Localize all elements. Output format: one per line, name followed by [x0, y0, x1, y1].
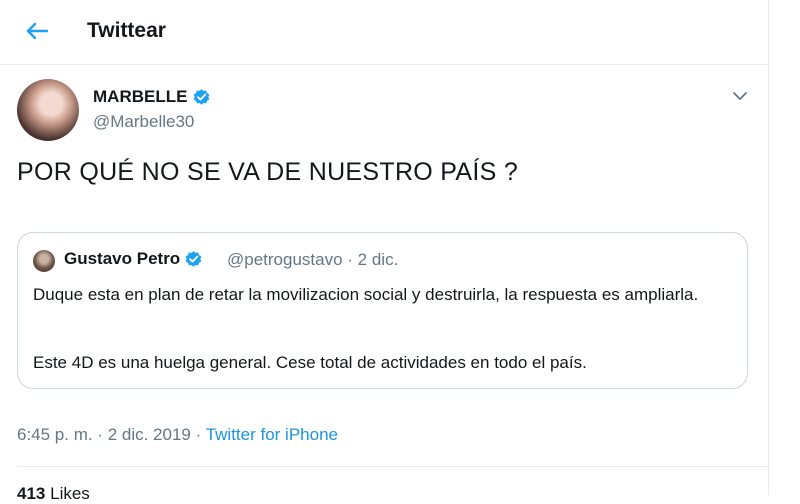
tweet-detail-column: Twittear MARBELLE @Marbelle30 POR QUÉ NO… — [0, 0, 769, 503]
quoted-handle-and-date: @petrogustavo · 2 dic. — [227, 250, 399, 269]
author-avatar[interactable] — [17, 79, 79, 141]
likes-count: 413 — [17, 484, 46, 503]
quoted-author-name: Gustavo Petro — [64, 249, 181, 268]
author-name-row[interactable]: MARBELLE — [93, 87, 211, 107]
quoted-text-paragraph-1: Duque esta en plan de retar la movilizac… — [33, 285, 699, 304]
verified-badge-icon — [185, 250, 202, 267]
tweet-timestamp[interactable]: 6:45 p. m. · 2 dic. 2019 — [17, 425, 191, 444]
back-button[interactable] — [20, 14, 54, 48]
quoted-author-name-row: Gustavo Petro — [64, 249, 203, 269]
tweet-menu-button[interactable] — [728, 84, 752, 108]
quoted-author-avatar — [33, 250, 55, 272]
tweet-stats[interactable]: 413 Likes — [17, 484, 90, 504]
quoted-text-paragraph-2: Este 4D es una huelga general. Cese tota… — [33, 353, 587, 372]
divider — [17, 466, 768, 467]
chevron-down-icon — [733, 92, 747, 100]
author-name[interactable]: MARBELLE — [93, 87, 187, 107]
arrow-left-icon — [26, 22, 48, 40]
page-title: Twittear — [87, 19, 166, 42]
author-handle[interactable]: @Marbelle30 — [93, 112, 194, 132]
page-header: Twittear — [0, 0, 768, 65]
meta-separator: · — [190, 425, 206, 444]
tweet-text: POR QUÉ NO SE VA DE NUESTRO PAÍS ? — [17, 158, 519, 186]
tweet-source-link[interactable]: Twitter for iPhone — [206, 425, 338, 444]
likes-label: Likes — [50, 484, 90, 503]
verified-badge-icon — [194, 88, 210, 105]
quoted-tweet[interactable]: Gustavo Petro @petrogustavo · 2 dic. Duq… — [17, 232, 748, 389]
tweet-metadata: 6:45 p. m. · 2 dic. 2019 · Twitter for i… — [17, 425, 338, 445]
